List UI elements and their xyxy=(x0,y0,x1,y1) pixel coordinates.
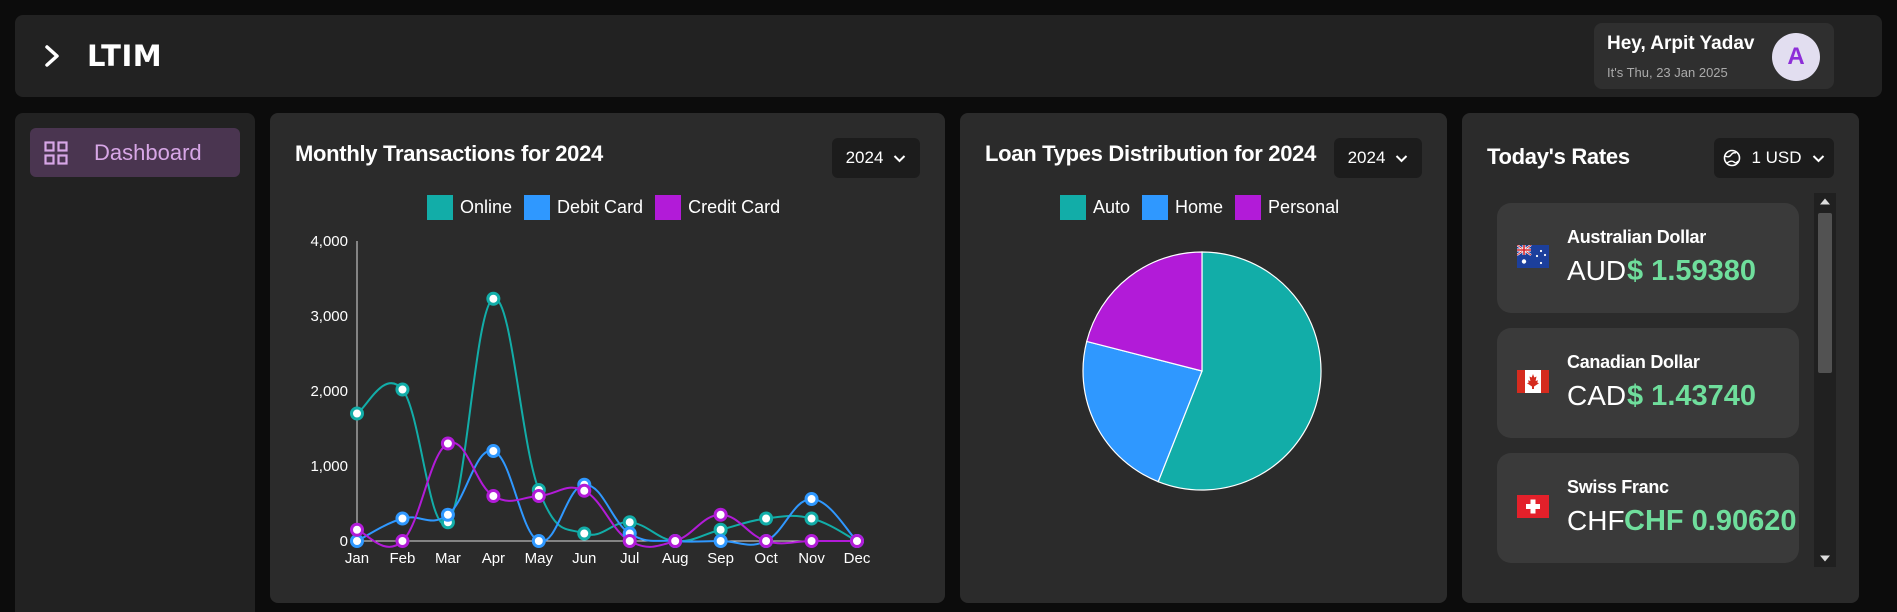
x-tick-label: Oct xyxy=(754,550,778,567)
currency-code: AUD xyxy=(1567,255,1627,286)
rates-list[interactable]: Australian Dollar AUD $ 1.59380 Canadian… xyxy=(1497,203,1799,581)
dashboard-grid-icon xyxy=(44,141,68,165)
sidebar-item-dashboard[interactable]: Dashboard xyxy=(30,128,240,177)
currency-name: Australian Dollar xyxy=(1567,227,1706,247)
series-line-credit-card xyxy=(356,441,857,548)
currency-name: Swiss Franc xyxy=(1567,477,1669,497)
scroll-up-arrow-icon[interactable] xyxy=(1819,197,1831,206)
currency-rate: CHF 0.90620 xyxy=(1624,505,1797,537)
y-tick-label: 1,000 xyxy=(310,458,348,475)
rate-card-aud[interactable]: Australian Dollar AUD $ 1.59380 xyxy=(1497,203,1799,313)
data-point xyxy=(486,291,501,306)
data-point xyxy=(395,534,410,548)
transactions-line-chart: 0 1,000 2,000 3,000 4,000 Jan Feb Mar Apr May Jun J… xyxy=(310,233,871,567)
data-point xyxy=(622,515,637,530)
rates-title: Today's Rates xyxy=(1487,144,1630,169)
data-point xyxy=(531,534,546,548)
sidebar: Dashboard xyxy=(15,113,255,612)
loan-pie-chart xyxy=(1082,251,1322,491)
x-tick-label: Feb xyxy=(390,550,416,567)
currency-base-select[interactable]: 1 USD xyxy=(1714,138,1834,178)
data-point xyxy=(622,534,637,548)
user-profile[interactable]: Hey, Arpit Yadav It's Thu, 23 Jan 2025 A xyxy=(1594,23,1834,89)
currency-rate: $ 1.43740 xyxy=(1627,380,1757,412)
data-point xyxy=(804,492,819,506)
x-tick-label: Apr xyxy=(482,550,505,567)
rate-card-chf[interactable]: Swiss Franc CHF CHF 0.90620 xyxy=(1497,453,1799,563)
x-tick-label: Aug xyxy=(662,550,689,567)
currency-rate: $ 1.59380 xyxy=(1627,255,1757,287)
data-point xyxy=(759,534,774,548)
y-tick-label: 0 xyxy=(340,533,348,550)
currency-name: Canadian Dollar xyxy=(1567,352,1700,372)
avatar[interactable]: A xyxy=(1772,33,1820,81)
data-point xyxy=(577,526,592,541)
y-tick-label: 3,000 xyxy=(310,308,348,325)
rates-card: Today's Rates 1 USD Australian Dollar AU… xyxy=(1462,113,1859,603)
data-point xyxy=(713,507,728,522)
loan-card: Loan Types Distribution for 2024 2024 Au… xyxy=(960,113,1447,603)
transactions-card: Monthly Transactions for 2024 2024 Onlin… xyxy=(270,113,945,603)
data-point xyxy=(350,522,364,537)
scrollbar-thumb[interactable] xyxy=(1818,213,1832,373)
data-point xyxy=(395,511,410,526)
data-point xyxy=(486,444,501,458)
x-tick-label: Mar xyxy=(435,550,461,567)
data-point xyxy=(577,483,592,498)
data-point xyxy=(668,534,683,548)
y-tick-label: 2,000 xyxy=(310,383,348,400)
currency-base-value: 1 USD xyxy=(1751,148,1802,167)
x-tick-label: Jun xyxy=(572,550,596,567)
switzerland-flag-icon xyxy=(1517,495,1549,518)
scroll-down-arrow-icon[interactable] xyxy=(1819,554,1831,563)
x-tick-label: Jan xyxy=(345,550,369,567)
rates-scrollbar[interactable] xyxy=(1814,193,1836,567)
brand-logo: LTIM xyxy=(87,39,163,73)
chevron-down-icon xyxy=(1812,154,1824,162)
currency-code: CAD xyxy=(1567,380,1627,411)
globe-icon xyxy=(1724,149,1741,167)
rate-card-cad[interactable]: Canadian Dollar CAD $ 1.43740 xyxy=(1497,328,1799,438)
data-point xyxy=(713,522,728,537)
data-point xyxy=(531,489,546,503)
data-point xyxy=(850,534,864,548)
sidebar-item-label: Dashboard xyxy=(94,140,202,165)
data-point xyxy=(350,534,364,548)
data-point xyxy=(440,507,455,522)
x-tick-label: Dec xyxy=(844,550,871,567)
data-point xyxy=(804,511,819,526)
x-tick-label: Sep xyxy=(707,550,734,567)
data-point xyxy=(713,534,728,548)
greeting: Hey, Arpit Yadav xyxy=(1607,33,1755,54)
data-point xyxy=(759,511,774,526)
australia-flag-icon xyxy=(1517,245,1549,268)
data-point xyxy=(350,406,364,421)
top-bar: LTIM Hey, Arpit Yadav It's Thu, 23 Jan 2… xyxy=(15,15,1882,97)
x-tick-label: Jul xyxy=(620,550,639,567)
currency-code: CHF xyxy=(1567,505,1625,536)
y-tick-label: 4,000 xyxy=(310,233,348,250)
x-tick-label: May xyxy=(525,550,554,567)
x-tick-label: Nov xyxy=(798,550,825,567)
chevron-right-icon[interactable] xyxy=(39,41,65,71)
data-point xyxy=(440,436,455,451)
canada-flag-icon xyxy=(1517,370,1549,393)
data-point xyxy=(486,489,501,503)
data-point xyxy=(395,382,410,397)
data-point xyxy=(804,534,819,548)
current-date: It's Thu, 23 Jan 2025 xyxy=(1607,65,1728,80)
